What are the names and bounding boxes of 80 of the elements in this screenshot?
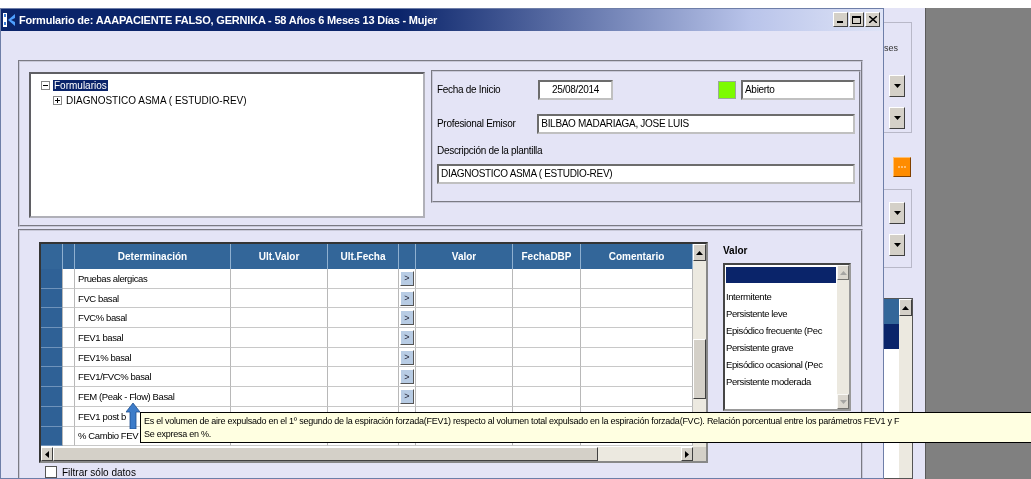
list-item[interactable]: Episódico frecuente (Pec xyxy=(725,322,837,339)
table-cell: FVC% basal xyxy=(75,308,231,329)
up-triangle-icon xyxy=(696,250,703,255)
row-indicator[interactable] xyxy=(41,406,63,427)
table-cell: FEV1% basal xyxy=(75,347,231,368)
scroll-left-button[interactable] xyxy=(41,447,53,461)
tree-item[interactable]: DIAGNOSTICO ASMA ( ESTUDIO-REV) xyxy=(65,94,248,106)
row-detail-button[interactable]: > xyxy=(400,329,414,345)
row-indicator[interactable] xyxy=(41,367,63,388)
vertical-scrollbar[interactable] xyxy=(837,265,849,409)
row-detail-button[interactable]: > xyxy=(400,290,414,306)
text-field[interactable]: BILBAO MADARIAGA, JOSE LUIS xyxy=(537,113,855,134)
close-button[interactable] xyxy=(865,12,880,28)
list-item[interactable]: Episódico ocasional (Pec xyxy=(725,356,837,373)
row-indicator[interactable] xyxy=(41,347,63,368)
minus-box-icon[interactable] xyxy=(41,80,50,90)
maximize-icon xyxy=(852,15,861,24)
right-triangle-icon xyxy=(685,450,689,458)
tree-item[interactable]: Formularios xyxy=(53,79,108,91)
checkbox-label: Filtrar sólo datos xyxy=(62,466,136,478)
tooltip-text: Se expresa en %. xyxy=(144,428,212,441)
scrollbar-thumb[interactable] xyxy=(693,339,706,399)
up-triangle-icon xyxy=(902,305,909,310)
minimize-button[interactable] xyxy=(833,12,848,28)
status-field[interactable]: Abierto xyxy=(741,79,855,100)
status-light-icon xyxy=(718,80,736,99)
caret-icon xyxy=(893,243,901,248)
app-icon xyxy=(3,12,16,27)
row-indicator[interactable] xyxy=(41,269,63,289)
row-indicator[interactable] xyxy=(41,308,63,329)
caret-icon xyxy=(893,116,901,120)
scrollbar-thumb[interactable] xyxy=(53,447,598,461)
table-cell: FVC basal xyxy=(75,288,231,309)
field-label: Descripción de la plantilla xyxy=(437,144,543,157)
list-item[interactable]: Persistente leve xyxy=(725,305,837,322)
row-indicator[interactable] xyxy=(41,288,63,309)
row-detail-button[interactable]: > xyxy=(400,310,414,326)
list-item[interactable]: Persistente moderada xyxy=(725,373,837,390)
row-indicator[interactable] xyxy=(41,426,63,447)
field-label: Profesional Emisor xyxy=(437,118,517,130)
dropdown-button[interactable] xyxy=(889,107,905,129)
row-indicator[interactable] xyxy=(41,387,63,407)
table-cell: FEV1/FVC% basal xyxy=(75,367,231,388)
table-cell: FEV1 basal xyxy=(75,328,231,348)
row-indicator[interactable] xyxy=(41,328,63,348)
date-field[interactable]: 25/08/2014 xyxy=(538,79,613,100)
close-icon xyxy=(868,16,877,24)
checkbox[interactable] xyxy=(45,466,57,478)
more-button[interactable] xyxy=(893,157,911,178)
text-field[interactable]: DIAGNOSTICO ASMA ( ESTUDIO-REV) xyxy=(437,163,855,184)
down-triangle-icon xyxy=(839,399,847,404)
plus-box-icon[interactable] xyxy=(53,95,62,105)
left-triangle-icon xyxy=(45,450,49,458)
dots-icon xyxy=(898,166,906,169)
dropdown-button[interactable] xyxy=(889,75,905,97)
field-label: ses xyxy=(884,43,899,53)
caret-icon xyxy=(893,84,901,88)
scroll-down-button[interactable] xyxy=(837,394,849,409)
table-row[interactable] xyxy=(884,324,899,350)
table-cell: Pruebas alergicas xyxy=(75,269,231,289)
list-item[interactable]: Persistente grave xyxy=(725,339,837,356)
row-detail-button[interactable]: > xyxy=(400,349,414,365)
row-detail-button[interactable]: > xyxy=(400,369,414,385)
scroll-up-button[interactable] xyxy=(693,244,706,261)
row-detail-button[interactable]: > xyxy=(400,270,414,286)
maximize-button[interactable] xyxy=(849,12,864,28)
up-arrow-icon xyxy=(126,403,140,429)
caret-icon xyxy=(893,211,901,216)
horizontal-scrollbar[interactable] xyxy=(41,447,706,461)
dropdown-button[interactable] xyxy=(889,202,905,225)
row-detail-button[interactable]: > xyxy=(400,388,414,404)
scroll-right-button[interactable] xyxy=(681,447,693,461)
scroll-up-button[interactable] xyxy=(899,299,912,317)
list-title: Valor xyxy=(723,245,748,256)
list-item[interactable]: Intermitente xyxy=(725,288,837,305)
dropdown-button[interactable] xyxy=(889,234,905,257)
up-triangle-icon xyxy=(839,270,847,275)
window-title: Formulario de: AAAPACIENTE FALSO, GERNIKA - 58 Años 6 Meses 13 Días - Mujer xyxy=(19,13,438,26)
column-header xyxy=(884,299,899,325)
field-label: Fecha de Inicio xyxy=(437,84,502,96)
